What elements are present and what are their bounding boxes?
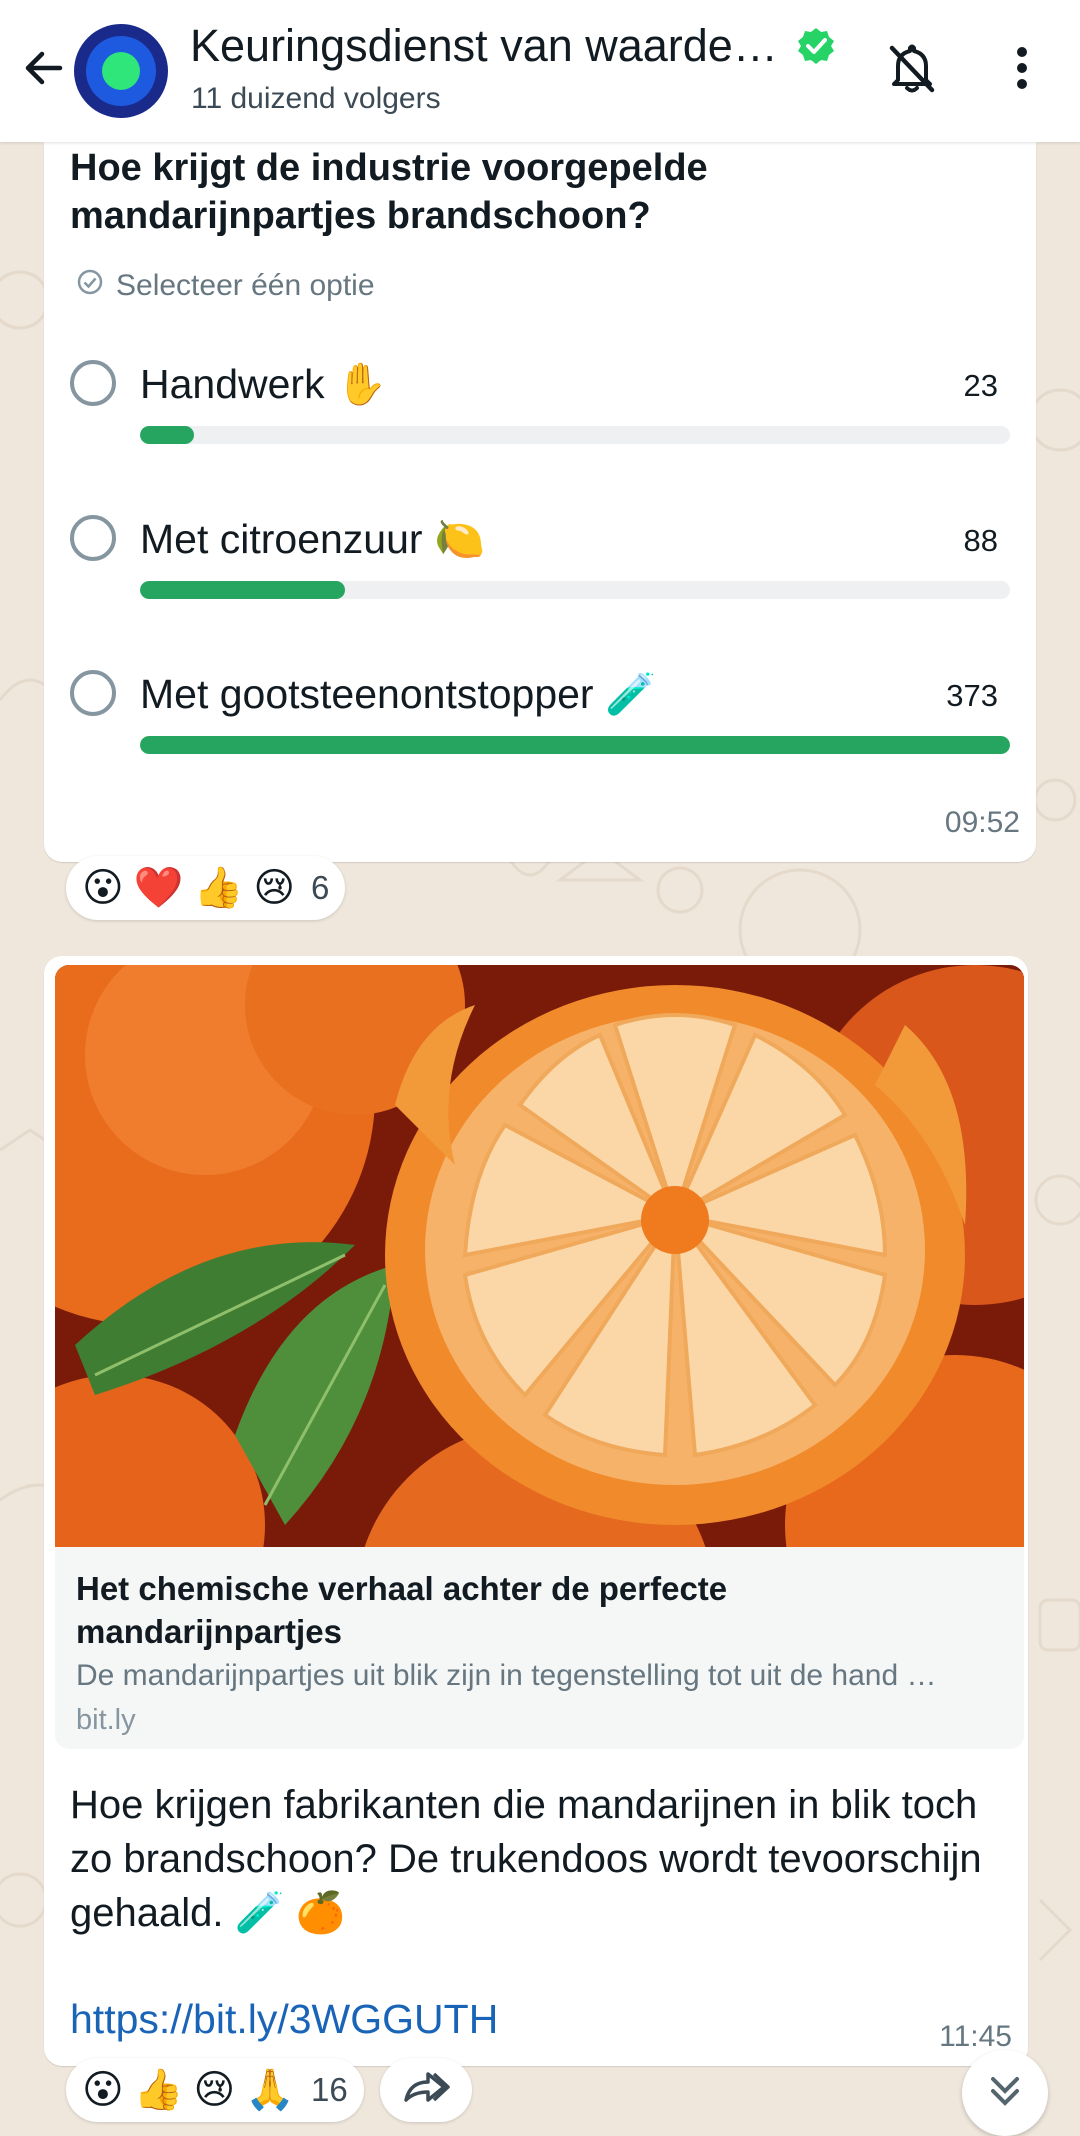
verified-badge-icon [796, 26, 836, 66]
reaction-count: 6 [311, 869, 330, 906]
poll-result-bar [140, 581, 1010, 599]
poll-option[interactable]: Met citroenzuur 🍋 88 [70, 515, 1030, 635]
poll-option-label: Handwerk ✋ [140, 361, 388, 407]
message-timestamp: 11:45 [939, 2020, 1012, 2053]
reaction-count: 16 [311, 2071, 348, 2108]
poll-option[interactable]: Handwerk ✋ 23 [70, 360, 1030, 480]
poll-option-votes: 373 [946, 678, 998, 713]
mute-notifications-button[interactable] [880, 38, 944, 102]
message-text: Hoe krijgen fabrikanten die mandarijnen … [70, 1783, 982, 1935]
poll-radio[interactable] [70, 670, 116, 716]
poll-result-bar [140, 736, 1010, 754]
double-chevron-down-icon [985, 2071, 1025, 2116]
reaction-emoji: 😮 [82, 866, 124, 910]
scroll-to-bottom-button[interactable] [962, 2050, 1048, 2136]
poll-hint: Selecteer één optie [76, 268, 375, 304]
forward-icon [402, 2068, 450, 2113]
message-link[interactable]: https://bit.ly/3WGGUTH [70, 1996, 498, 2043]
reaction-emoji: 😢 [193, 2068, 236, 2112]
poll-result-bar [140, 426, 1010, 444]
reaction-emoji: 👍 [133, 2068, 184, 2112]
poll-result-fill [140, 736, 1010, 754]
poll-option-label: Met gootsteenontstopper 🧪 [140, 671, 657, 717]
poll-result-fill [140, 426, 194, 444]
bell-off-icon [884, 40, 940, 101]
arrow-left-icon [20, 44, 68, 97]
poll-message: Hoe krijgt de industrie voorgepelde mand… [44, 120, 1036, 862]
poll-option-label: Met citroenzuur 🍋 [140, 516, 485, 562]
poll-result-fill [140, 581, 346, 599]
reaction-emoji: 😮 [82, 2068, 124, 2112]
link-preview-card[interactable]: Het chemische verhaal achter de perfecte… [55, 1547, 1024, 1749]
link-preview-domain: bit.ly [76, 1704, 136, 1736]
poll-question: Hoe krijgt de industrie voorgepelde mand… [70, 147, 708, 237]
poll-hint-text: Selecteer één optie [116, 269, 375, 302]
kebab-menu-icon [1014, 44, 1030, 97]
more-options-button[interactable] [1000, 38, 1044, 102]
check-circle-icon [76, 268, 104, 304]
channel-name[interactable]: Keuringsdienst van waarde… [190, 20, 778, 72]
poll-radio[interactable] [70, 515, 116, 561]
back-button[interactable] [14, 40, 74, 100]
poll-option[interactable]: Met gootsteenontstopper 🧪 373 [70, 670, 1030, 790]
link-preview-image[interactable] [55, 965, 1024, 1547]
reaction-emoji: ❤️ [133, 866, 184, 910]
poll-radio[interactable] [70, 360, 116, 406]
channel-avatar[interactable] [74, 24, 168, 118]
reaction-emoji: 😢 [253, 866, 296, 910]
link-preview-description: De mandarijnpartjes uit blik zijn in teg… [76, 1659, 937, 1692]
followers-count: 11 duizend volgers [191, 82, 441, 115]
message-timestamp: 09:52 [944, 806, 1020, 839]
poll-option-votes: 88 [963, 523, 998, 558]
link-message: Het chemische verhaal achter de perfecte… [44, 956, 1028, 2066]
poll-option-votes: 23 [963, 368, 998, 403]
reactions-pill[interactable]: 😮 ❤️ 👍 😢 6 [66, 856, 346, 920]
forward-button[interactable] [380, 2058, 472, 2122]
reaction-emoji: 🙏 [245, 2068, 296, 2112]
channel-header: Keuringsdienst van waarde… 11 duizend vo… [0, 0, 1080, 142]
link-preview-title: Het chemische verhaal achter de perfecte… [76, 1570, 728, 1650]
reactions-pill[interactable]: 😮 👍 😢 🙏 16 [66, 2058, 364, 2122]
reaction-emoji: 👍 [193, 866, 244, 910]
